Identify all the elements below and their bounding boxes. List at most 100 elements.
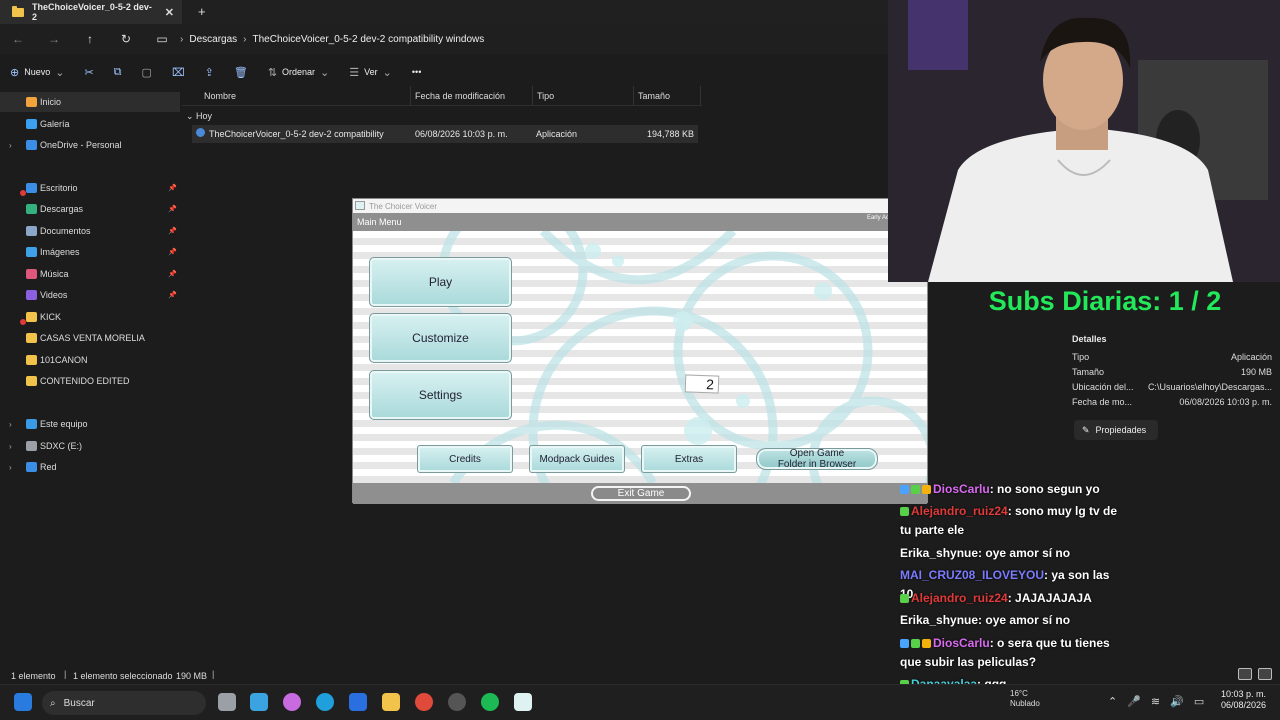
group-header[interactable]: ⌄ Hoy (186, 111, 212, 122)
chat-username[interactable]: DiosCarlu (933, 482, 990, 496)
volume-icon[interactable]: 🔊 (1170, 695, 1184, 708)
open-game-folder-button[interactable]: Open Game Folder in Browser (756, 448, 878, 470)
windows-start-icon[interactable] (14, 693, 32, 711)
microphone-icon[interactable]: 🎤 (1127, 695, 1141, 708)
breadcrumb-descargas[interactable]: Descargas (189, 34, 237, 45)
modpack-guides-button[interactable]: Modpack Guides (529, 445, 625, 473)
column-separator[interactable] (532, 86, 533, 106)
new-button[interactable]: ⊕ Nuevo ⌄ (0, 66, 74, 79)
chrome-icon[interactable] (415, 693, 433, 711)
game-titlebar[interactable]: The Choicer Voicer (353, 199, 927, 213)
share-button[interactable]: ⇪ (195, 66, 224, 79)
chevron-right-icon[interactable]: › (9, 420, 12, 429)
item-count: 1 elemento (11, 671, 56, 681)
extras-button[interactable]: Extras (641, 445, 737, 473)
chevron-right-icon[interactable]: › (9, 463, 12, 472)
details-view-icon[interactable] (1238, 668, 1252, 680)
column-separator[interactable] (700, 86, 701, 106)
sidebar-item[interactable]: Música 📌 (0, 264, 180, 284)
sidebar-item[interactable]: › Red (0, 457, 180, 477)
sidebar-item[interactable]: CASAS VENTA MORELIA (0, 328, 180, 348)
edge-icon[interactable] (316, 693, 334, 711)
copy-button[interactable]: ⧉ (104, 66, 132, 79)
chat-username[interactable]: DiosCarlu (933, 636, 990, 650)
rename-button[interactable]: ⌧ (162, 66, 195, 79)
pin-icon[interactable]: 📌 (168, 184, 177, 192)
sidebar-item[interactable]: Videos 📌 (0, 285, 180, 305)
settings-button[interactable]: Settings (369, 370, 512, 420)
copilot-icon[interactable] (283, 693, 301, 711)
chevron-up-icon[interactable]: ⌃ (1108, 695, 1117, 708)
chat-message: Erika_shynue: oye amor sí no (900, 544, 1126, 563)
play-button[interactable]: Play (369, 257, 512, 307)
breadcrumb-folder[interactable]: TheChoiceVoicer_0-5-2 dev-2 compatibilit… (253, 34, 485, 45)
file-row[interactable]: TheChoicerVoicer_0-5-2 dev-2 compatibili… (192, 125, 698, 143)
sidebar-item[interactable]: 101CANON (0, 350, 180, 370)
sidebar-item[interactable]: Descargas 📌 (0, 199, 180, 219)
sidebar-item[interactable]: CONTENIDO EDITED (0, 371, 180, 391)
explorer-tab[interactable]: TheChoiceVoicer_0-5-2 dev-2 ✕ (0, 0, 182, 24)
taskbar-search[interactable]: ⌕ Buscar (42, 691, 206, 715)
obs-icon[interactable] (448, 693, 466, 711)
sidebar-item[interactable]: › SDXC (E:) (0, 436, 180, 456)
column-date[interactable]: Fecha de modificación (415, 91, 505, 101)
close-icon[interactable]: ✕ (165, 6, 174, 19)
chevron-right-icon[interactable]: › (9, 141, 12, 150)
tiles-view-icon[interactable] (1258, 668, 1272, 680)
chat-username[interactable]: Alejandro_ruiz24 (911, 591, 1008, 605)
column-separator[interactable] (410, 86, 411, 106)
monitor-icon[interactable]: ▭ (144, 32, 180, 46)
sidebar-item[interactable]: Imágenes 📌 (0, 242, 180, 262)
wifi-icon[interactable]: ≋ (1151, 695, 1160, 708)
sidebar-item[interactable]: KICK (0, 307, 180, 327)
clock-date: 06/08/2026 (1220, 700, 1266, 710)
new-tab-button[interactable]: + (198, 4, 206, 19)
chat-username[interactable]: Erika_shynue (900, 613, 978, 627)
up-arrow-icon[interactable]: ↑ (72, 32, 108, 46)
game-app-icon[interactable] (514, 693, 532, 711)
properties-button[interactable]: ✎ Propiedades (1074, 420, 1158, 440)
pin-icon[interactable]: 📌 (168, 227, 177, 235)
chat-username[interactable]: MAI_CRUZ08_ILOVEYOU (900, 568, 1044, 582)
dropbox-icon[interactable] (349, 693, 367, 711)
battery-icon[interactable]: ▭ (1194, 695, 1204, 708)
cut-button[interactable]: ✂ (74, 66, 103, 79)
sidebar-item[interactable]: Galería (0, 114, 180, 134)
chat-username[interactable]: Erika_shynue (900, 546, 978, 560)
store-icon[interactable] (250, 693, 268, 711)
streamer-camera-image (888, 0, 1280, 282)
delete-button[interactable]: 🗑 (224, 66, 258, 79)
sidebar-item[interactable]: › Este equipo (0, 414, 180, 434)
weather-widget[interactable]: 16°C Nublado (988, 689, 1040, 709)
task-view-icon[interactable] (218, 693, 236, 711)
more-button[interactable]: ••• (402, 67, 431, 77)
sidebar-item[interactable]: Documentos 📌 (0, 221, 180, 241)
pin-icon[interactable]: 📌 (168, 248, 177, 256)
paste-button[interactable]: ▢ (132, 66, 162, 79)
pin-icon[interactable]: 📌 (168, 291, 177, 299)
chevron-right-icon[interactable]: › (9, 442, 12, 451)
videos-icon (26, 290, 37, 300)
forward-arrow-icon[interactable]: → (36, 32, 72, 46)
column-type[interactable]: Tipo (537, 91, 554, 101)
customize-button[interactable]: Customize (369, 313, 512, 363)
chat-username[interactable]: Alejandro_ruiz24 (911, 504, 1008, 518)
spotify-icon[interactable] (481, 693, 499, 711)
sidebar-item[interactable]: Inicio (0, 92, 180, 112)
file-explorer-icon[interactable] (382, 693, 400, 711)
back-arrow-icon[interactable]: ← (0, 32, 36, 46)
exit-game-button[interactable]: Exit Game (591, 486, 691, 501)
sort-button[interactable]: ⇅ Ordenar ⌄ (258, 66, 339, 79)
column-name[interactable]: Nombre (204, 91, 236, 101)
taskbar-clock[interactable]: 10:03 p. m. 06/08/2026 (1210, 689, 1266, 711)
pin-icon[interactable]: 📌 (168, 270, 177, 278)
view-button[interactable]: ☰ Ver ⌄ (339, 66, 402, 79)
credits-button[interactable]: Credits (417, 445, 513, 473)
computer-icon (26, 419, 37, 429)
column-separator[interactable] (633, 86, 634, 106)
refresh-icon[interactable]: ↻ (108, 32, 144, 46)
column-size[interactable]: Tamaño (638, 91, 670, 101)
pin-icon[interactable]: 📌 (168, 205, 177, 213)
sidebar-item[interactable]: Escritorio 📌 (0, 178, 180, 198)
sidebar-item[interactable]: › OneDrive - Personal (0, 135, 180, 155)
